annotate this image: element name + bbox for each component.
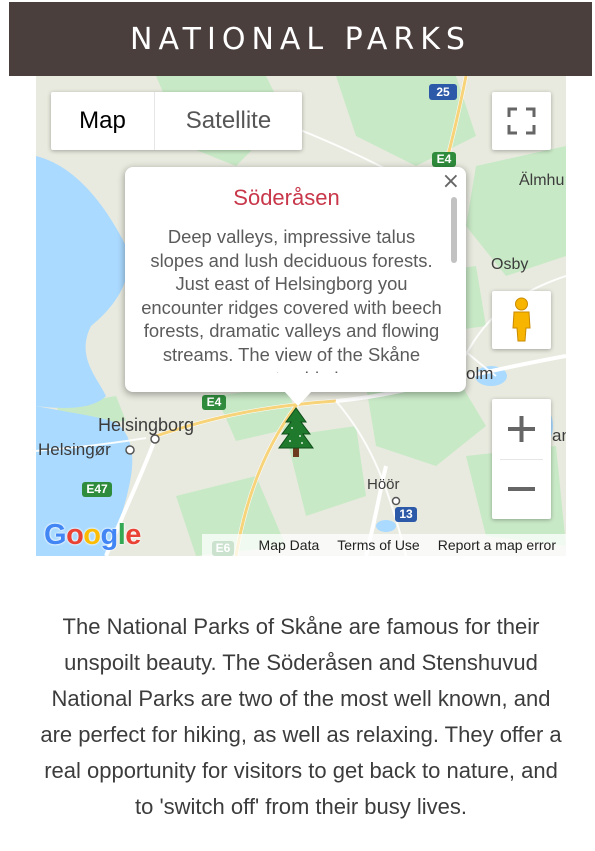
info-window-tail [284, 391, 312, 406]
info-window-title: Söderåsen [233, 185, 340, 210]
zoom-in-button[interactable] [492, 399, 551, 459]
fullscreen-icon [507, 107, 536, 135]
pegman-icon [512, 297, 531, 342]
tree-marker-icon[interactable] [278, 406, 314, 458]
place-label-olm: olm [466, 364, 494, 383]
place-label-hoor: Höör [367, 476, 400, 493]
road-shield-e47: E47 [82, 482, 112, 497]
road-shield-e4-mid: E4 [202, 395, 226, 410]
road-shield-25: 25 [429, 84, 457, 100]
google-logo: Google [44, 519, 141, 551]
place-label-osby: Osby [491, 256, 529, 273]
fullscreen-button[interactable] [492, 92, 551, 150]
place-label-an: an [552, 426, 566, 445]
map-type-control: Map Satellite [51, 92, 302, 150]
map-type-satellite-button[interactable]: Satellite [155, 92, 302, 150]
road-shield-13: 13 [395, 507, 417, 522]
road-shield-e4-top: E4 [432, 152, 456, 167]
report-map-error-link[interactable]: Report a map error [438, 537, 556, 553]
map-footer: Map Data Terms of Use Report a map error [202, 534, 566, 556]
info-window-scrollbar[interactable] [451, 197, 457, 263]
zoom-control [492, 399, 551, 519]
page-title: NATIONAL PARKS [130, 22, 471, 57]
terms-of-use-link[interactable]: Terms of Use [337, 537, 419, 553]
place-label-almhult: Älmhu [519, 172, 565, 189]
page-header: NATIONAL PARKS [9, 2, 592, 76]
place-label-helsingor: Helsingør [38, 440, 111, 459]
info-window: × Söderåsen Deep valleys, impressive tal… [125, 167, 466, 406]
street-view-pegman-button[interactable] [492, 291, 551, 349]
map-type-map-button[interactable]: Map [51, 92, 155, 150]
place-label-helsingborg: Helsingborg [98, 415, 195, 435]
info-window-body: Deep valleys, impressive talus slopes an… [141, 226, 442, 373]
national-parks-description: The National Parks of Skåne are famous f… [40, 614, 562, 819]
map-view[interactable]: Helsingborg Helsingør Höör Osby Älmhu ol… [36, 76, 566, 556]
zoom-out-button[interactable] [492, 459, 551, 519]
map-data-link[interactable]: Map Data [259, 537, 320, 553]
